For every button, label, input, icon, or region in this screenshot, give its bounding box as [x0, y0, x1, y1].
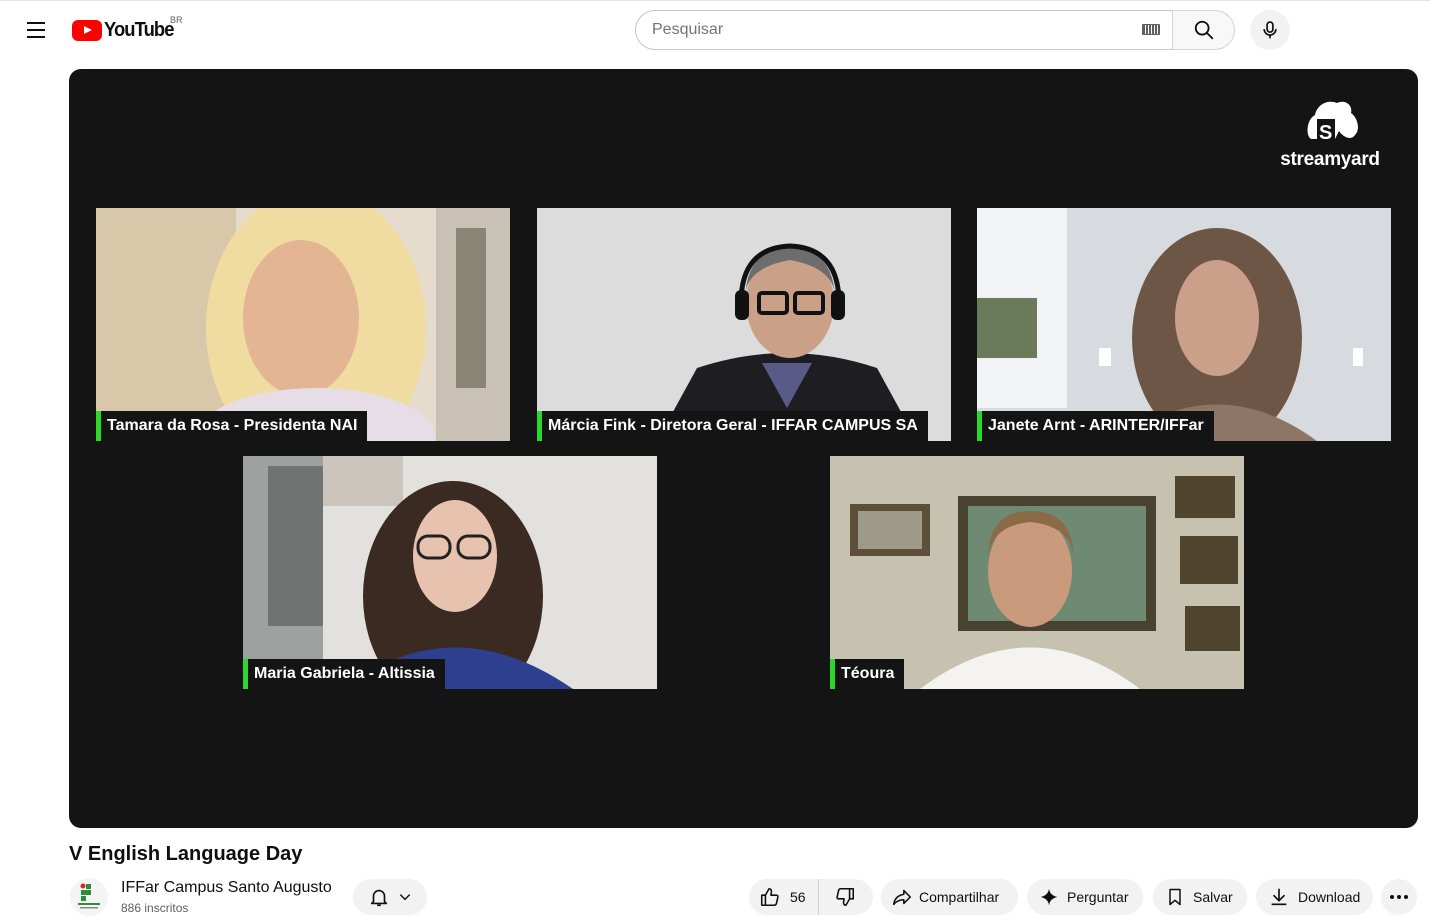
like-dislike-group: 56: [749, 879, 873, 915]
top-bar: YouTube BR: [0, 0, 1430, 56]
chevron-down-icon: [399, 894, 411, 901]
participant-tile: Tamara da Rosa - Presidenta NAI: [96, 208, 510, 441]
participant-name: Téoura: [830, 659, 905, 689]
streamyard-text: streamyard: [1280, 149, 1380, 170]
participant-video: [977, 208, 1391, 441]
channel-avatar[interactable]: [70, 878, 108, 916]
participant-video: [830, 456, 1244, 689]
subscriber-count: 886 inscritos: [121, 901, 189, 915]
streamyard-logo-icon: S: [1307, 101, 1358, 144]
bell-icon: [370, 889, 388, 907]
download-label: Download: [1298, 889, 1361, 905]
logo-text: YouTube: [104, 18, 174, 41]
video-player[interactable]: S streamyard Tamara da Rosa - Presidenta…: [69, 69, 1418, 828]
more-dot: [1404, 895, 1408, 899]
participant-tile: Maria Gabriela - Altissia: [243, 456, 657, 689]
participant-video: [537, 208, 951, 441]
save-button[interactable]: Salvar: [1153, 879, 1247, 915]
participant-video: [96, 208, 510, 441]
participant-tile: Téoura: [830, 456, 1244, 689]
thumbs-up-icon: [760, 887, 779, 907]
thumbs-down-icon: [836, 887, 855, 907]
youtube-logo[interactable]: YouTube BR: [72, 15, 183, 41]
channel-name[interactable]: IFFar Campus Santo Augusto: [121, 879, 332, 897]
participant-tile: Márcia Fink - Diretora Geral - IFFAR CAM…: [537, 208, 951, 441]
participant-name: Janete Arnt - ARINTER/IFFar: [977, 411, 1214, 441]
download-button[interactable]: Download: [1256, 879, 1373, 915]
voice-search-button[interactable]: [1250, 10, 1290, 50]
save-label: Salvar: [1193, 889, 1233, 905]
dislike-button[interactable]: [819, 879, 871, 915]
bookmark-icon: [1169, 888, 1181, 906]
iffar-logo-icon: [70, 878, 108, 916]
download-icon: [1271, 888, 1287, 906]
svg-text:S: S: [1319, 122, 1332, 144]
participant-video: [243, 456, 657, 689]
streamyard-watermark: S streamyard: [1268, 95, 1392, 175]
more-dot: [1397, 895, 1401, 899]
like-button[interactable]: 56: [749, 879, 819, 915]
menu-icon[interactable]: [18, 13, 54, 47]
search-bar: [635, 10, 1235, 50]
share-label: Compartilhar: [919, 889, 1000, 905]
video-title: V English Language Day: [69, 843, 303, 865]
share-icon: [892, 889, 912, 906]
country-code: BR: [170, 15, 183, 25]
search-button[interactable]: [1172, 10, 1235, 50]
more-actions-button[interactable]: [1381, 879, 1417, 915]
microphone-icon: [1263, 21, 1277, 39]
notification-button[interactable]: [353, 879, 427, 915]
search-icon: [1194, 20, 1213, 40]
participant-name: Tamara da Rosa - Presidenta NAI: [96, 411, 368, 441]
sparkle-icon: [1040, 888, 1058, 906]
keyboard-icon[interactable]: [1142, 24, 1160, 35]
participant-name: Maria Gabriela - Altissia: [243, 659, 445, 689]
participant-name: Márcia Fink - Diretora Geral - IFFAR CAM…: [537, 411, 928, 441]
search-input[interactable]: [635, 10, 1172, 50]
participant-tile: Janete Arnt - ARINTER/IFFar: [977, 208, 1391, 441]
ask-label: Perguntar: [1067, 889, 1129, 905]
like-count: 56: [790, 889, 806, 905]
ask-button[interactable]: Perguntar: [1027, 879, 1143, 915]
share-button[interactable]: Compartilhar: [881, 879, 1018, 915]
more-dot: [1390, 895, 1394, 899]
youtube-play-icon: [72, 19, 102, 41]
